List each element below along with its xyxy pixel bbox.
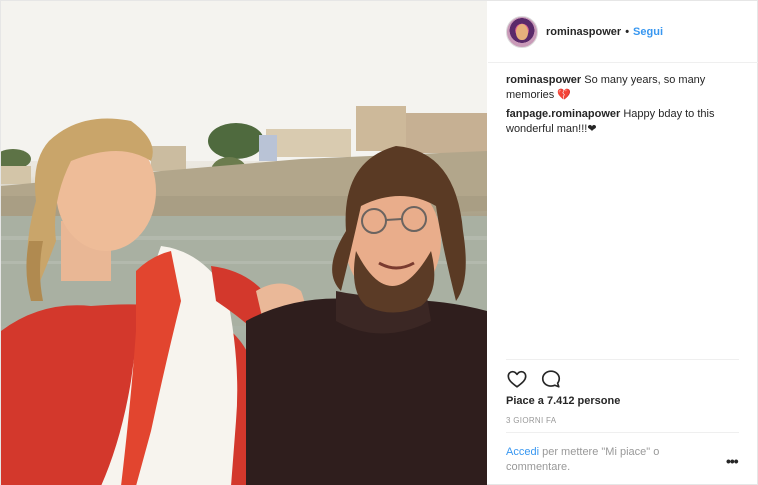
action-bar: [506, 368, 562, 390]
post-photo[interactable]: [1, 1, 487, 485]
comment-item: fanpage.rominapower Happy bday to this w…: [506, 107, 736, 137]
more-options-icon[interactable]: •••: [726, 453, 739, 469]
likes-count[interactable]: Piace a 7.412 persone: [506, 395, 620, 407]
post-timestamp[interactable]: 3 GIORNI FA: [506, 416, 556, 425]
speech-bubble-icon[interactable]: [540, 368, 562, 390]
comments-list: rominaspower So many years, so many memo…: [506, 73, 736, 141]
follow-button[interactable]: Segui: [633, 26, 663, 38]
login-prompt: Accedi per mettere "Mi piace" o commenta…: [506, 445, 711, 475]
avatar[interactable]: [506, 15, 538, 48]
comment-username[interactable]: rominaspower: [506, 74, 581, 86]
header-username[interactable]: rominaspower: [546, 26, 621, 38]
instagram-post: rominaspower • Segui rominaspower So man…: [0, 0, 758, 485]
photo-illustration: [1, 1, 487, 485]
post-sidebar: rominaspower • Segui rominaspower So man…: [488, 1, 758, 485]
broken-heart-emoji: 💔: [557, 89, 572, 101]
post-header: rominaspower • Segui: [488, 1, 758, 63]
heart-emoji: ❤: [587, 123, 597, 135]
comment-item: rominaspower So many years, so many memo…: [506, 73, 736, 103]
login-link[interactable]: Accedi: [506, 446, 539, 458]
comment-username[interactable]: fanpage.rominapower: [506, 108, 620, 120]
actions-divider: [506, 359, 739, 360]
footer-divider: [506, 432, 739, 433]
header-separator: •: [625, 25, 630, 38]
heart-outline-icon[interactable]: [506, 368, 528, 390]
